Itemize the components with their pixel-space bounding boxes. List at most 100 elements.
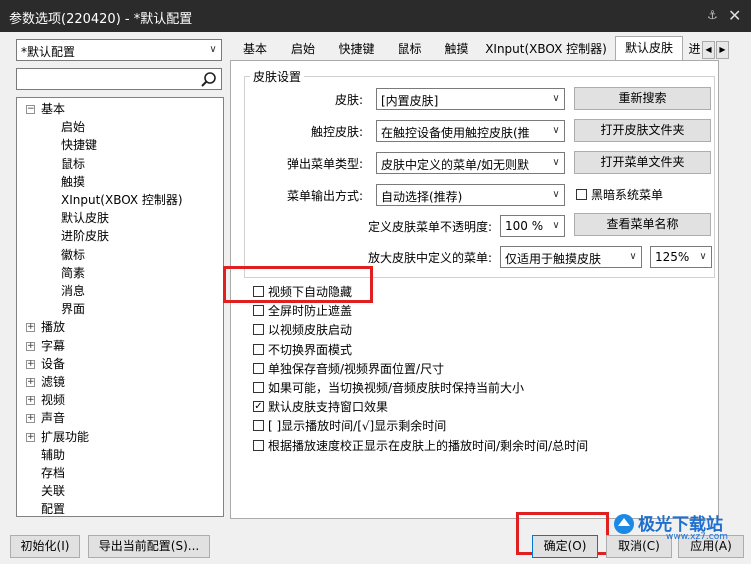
ok-button[interactable]: 确定(O) (532, 535, 598, 558)
expand-icon[interactable]: + (26, 323, 35, 333)
option-checkbox[interactable]: ✓ 默认皮肤支持窗口效果 (253, 398, 388, 416)
touch-skin-select[interactable]: 在触控设备使用触控皮肤(推 ∨ (376, 120, 565, 142)
tree-item-label: 配置 (41, 502, 66, 517)
tree-item-label: 启始 (61, 120, 86, 135)
option-label: 全屏时防止遮盖 (268, 304, 353, 319)
tree-item[interactable]: 消息 (61, 282, 85, 300)
tree-item[interactable]: 视频 (41, 391, 65, 409)
menu-output-select[interactable]: 自动选择(推荐) ∨ (376, 184, 565, 206)
option-checkbox[interactable]: 根据播放速度校正显示在皮肤上的播放时间/剩余时间/总时间 (253, 437, 588, 455)
open-skin-folder-button[interactable]: 打开皮肤文件夹 (574, 119, 711, 142)
tree-item[interactable]: 鼠标 (61, 155, 85, 173)
expand-icon[interactable]: + (26, 414, 35, 424)
tree-item[interactable]: 播放 (41, 318, 65, 336)
dark-system-menu-checkbox[interactable]: 黑暗系统菜单 (576, 186, 663, 204)
tab-item[interactable]: 基本 (232, 38, 278, 60)
tree-item[interactable]: 简素 (61, 264, 85, 282)
tree-item-label: XInput(XBOX 控制器) (61, 193, 183, 207)
tree-item[interactable]: 快捷键 (61, 136, 97, 154)
enlarge-pct-select[interactable]: 125% ∨ (650, 246, 712, 268)
pin-icon[interactable]: ⚓ (707, 8, 718, 22)
search-input[interactable] (16, 68, 222, 90)
tree-item[interactable]: 启始 (61, 118, 85, 136)
option-checkbox[interactable]: 全屏时防止遮盖 (253, 302, 352, 320)
chevron-down-icon: ∨ (552, 93, 560, 104)
expand-icon[interactable]: + (26, 432, 35, 442)
popup-menu-select[interactable]: 皮肤中定义的菜单/如无则默 ∨ (376, 152, 565, 174)
menu-output-label: 菜单输出方式: (286, 189, 363, 203)
checkbox-box[interactable] (253, 343, 264, 355)
tab-item[interactable]: 快捷键 (328, 38, 385, 60)
collapse-icon[interactable]: − (26, 105, 35, 114)
checkbox-box[interactable] (576, 189, 587, 200)
tree-item[interactable]: 基本 (41, 100, 65, 118)
checkbox-box[interactable] (253, 305, 264, 317)
tree-item-label: 简素 (61, 265, 86, 280)
tree-item[interactable]: 字幕 (41, 337, 65, 355)
tab-item[interactable]: XInput(XBOX 控制器) (481, 38, 611, 60)
tree-item-label: 基本 (41, 102, 66, 116)
option-checkbox[interactable]: 不切换界面模式 (253, 341, 352, 359)
checkbox-box[interactable] (253, 382, 264, 393)
highlight-box-option (223, 266, 373, 303)
tree-item[interactable]: 界面 (61, 300, 85, 318)
option-label: [ ]显示播放时间/[√]显示剩余时间 (268, 419, 447, 434)
tree-item[interactable]: 配置 (41, 500, 66, 517)
checkbox-box[interactable] (253, 362, 264, 374)
tree-item[interactable]: 辅助 (41, 446, 65, 464)
tree-item-label: 快捷键 (61, 138, 98, 153)
init-button[interactable]: 初始化(I) (10, 535, 80, 558)
option-checkbox[interactable]: 单独保存音频/视频界面位置/尺寸 (253, 360, 444, 378)
checkbox-box[interactable] (253, 324, 264, 336)
checkbox-box[interactable] (253, 439, 264, 451)
expand-icon[interactable]: + (26, 378, 35, 387)
tree-item[interactable]: 默认皮肤 (61, 209, 109, 227)
tree-item[interactable]: 滤镜 (41, 373, 65, 391)
tree-item-label: 播放 (41, 320, 66, 335)
tree-item[interactable]: 设备 (41, 355, 65, 373)
tree-item[interactable]: 存档 (41, 464, 65, 482)
expand-icon[interactable]: + (26, 341, 35, 351)
option-checkbox[interactable]: 如果可能，当切换视频/音频皮肤时保持当前大小 (253, 379, 524, 397)
profile-select[interactable]: *默认配置 ∨ (16, 39, 222, 61)
tree-item-label: 字幕 (41, 338, 66, 353)
skin-select[interactable]: [内置皮肤] ∨ (376, 88, 565, 110)
skin-settings-title: 皮肤设置 (250, 68, 305, 85)
checkbox-checked-icon[interactable]: ✓ (253, 401, 264, 413)
tab-scroll-right-glyph: ▶ (719, 45, 726, 54)
tab-item[interactable]: 默认皮肤 (615, 36, 683, 60)
watermark-logo-icon (614, 514, 634, 534)
tree-item[interactable]: 触摸 (61, 173, 85, 191)
option-checkbox[interactable]: [ ]显示播放时间/[√]显示剩余时间 (253, 417, 446, 435)
tree-item[interactable]: 徽标 (61, 246, 85, 264)
window-title: 参数选项(220420) - *默认配置 (9, 12, 193, 27)
tree-item[interactable]: 扩展功能 (41, 428, 89, 446)
open-menu-folder-button[interactable]: 打开菜单文件夹 (574, 151, 711, 174)
popup-menu-select-value: 皮肤中定义的菜单/如无则默 (381, 158, 530, 172)
expand-icon[interactable]: + (26, 359, 35, 369)
opacity-select[interactable]: 100 % ∨ (500, 215, 565, 237)
tree-item[interactable]: XInput(XBOX 控制器) (61, 191, 183, 209)
view-menu-name-button[interactable]: 查看菜单名称 (574, 213, 711, 236)
tree-item[interactable]: 声音 (41, 409, 65, 427)
chevron-down-icon: ∨ (552, 125, 560, 136)
search-icon[interactable] (200, 71, 217, 88)
tree-item[interactable]: 关联 (41, 482, 65, 500)
export-config-button[interactable]: 导出当前配置(S)... (88, 535, 210, 558)
rescan-button[interactable]: 重新搜索 (574, 87, 711, 110)
tab-item[interactable]: 进 (687, 38, 702, 60)
tab-item[interactable]: 触摸 (434, 38, 479, 60)
tab-scroll-left-icon[interactable]: ◀ (702, 41, 715, 59)
opacity-label: 定义皮肤菜单不透明度: (367, 220, 492, 234)
tree-item-label: 鼠标 (61, 156, 86, 171)
tab-item[interactable]: 鼠标 (387, 38, 432, 60)
enlarge-menu-select[interactable]: 仅适用于触摸皮肤 ∨ (500, 246, 642, 268)
tab-scroll-right-icon[interactable]: ▶ (716, 41, 729, 59)
checkbox-box[interactable] (253, 420, 264, 432)
option-checkbox[interactable]: 以视频皮肤启动 (253, 321, 352, 339)
expand-icon[interactable]: + (26, 396, 35, 406)
tab-item[interactable]: 启始 (280, 38, 326, 60)
tree-item[interactable]: 进阶皮肤 (61, 227, 109, 245)
close-icon[interactable]: ✕ (728, 6, 741, 25)
option-label: 单独保存音频/视频界面位置/尺寸 (268, 361, 445, 376)
